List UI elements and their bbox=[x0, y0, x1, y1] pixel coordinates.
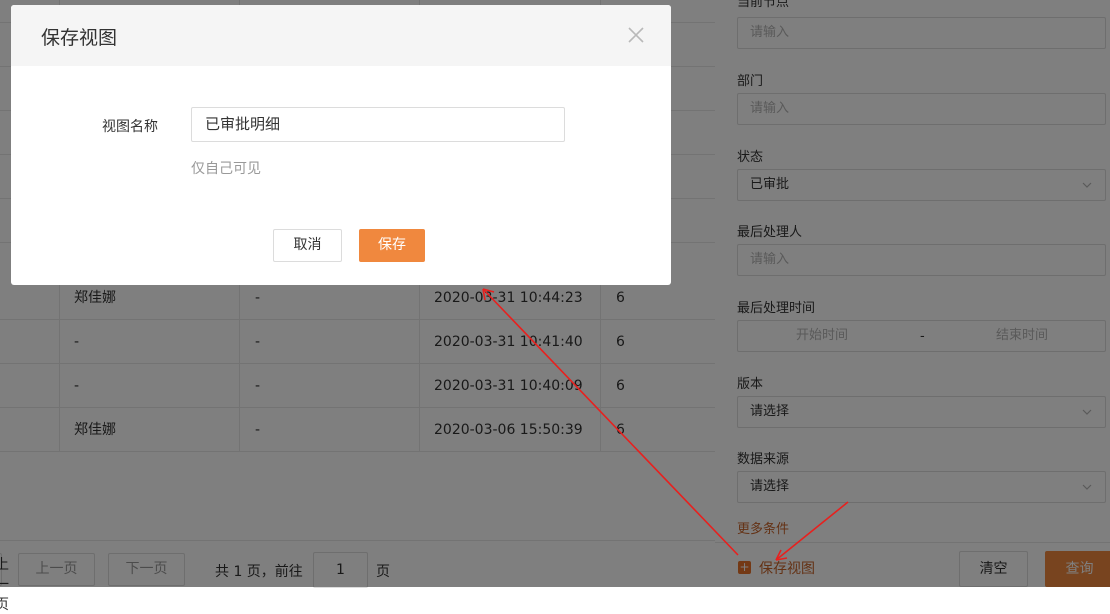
annotation-arrows bbox=[482, 288, 849, 561]
annotation-arrow-to-dialog bbox=[482, 288, 739, 556]
annotation-arrow-to-save-view bbox=[775, 501, 849, 561]
